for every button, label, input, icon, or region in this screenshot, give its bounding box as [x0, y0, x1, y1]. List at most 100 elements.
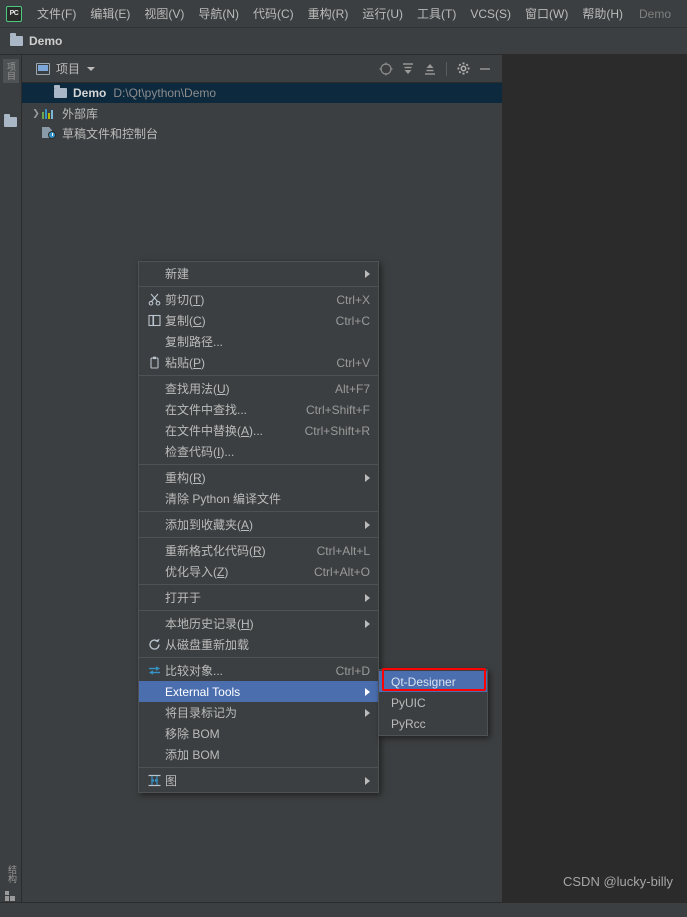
menu-refactor[interactable]: 重构(R)	[301, 1, 356, 26]
context-menu-item[interactable]: 优化导入(Z) Ctrl+Alt+O	[139, 561, 378, 582]
context-menu-item[interactable]: 检查代码(I)...	[139, 441, 378, 462]
scissors-icon	[143, 293, 165, 306]
folder-icon	[10, 33, 23, 46]
menu-edit[interactable]: 编辑(E)	[83, 1, 137, 26]
context-menu-item-shortcut: Ctrl+Shift+F	[305, 402, 370, 417]
context-menu-item[interactable]: 复制(C) Ctrl+C	[139, 310, 378, 331]
gear-icon[interactable]	[452, 58, 474, 80]
tree-row[interactable]: 草稿文件和控制台	[22, 123, 502, 143]
context-menu-item-label: 在文件中查找...	[165, 403, 248, 417]
context-menu-item[interactable]: 图	[139, 770, 378, 791]
minimize-icon[interactable]	[474, 58, 496, 80]
submenu-arrow-icon	[365, 593, 370, 602]
context-menu-item[interactable]: 清除 Python 编译文件	[139, 488, 378, 509]
pycharm-logo-icon: PC	[6, 5, 22, 22]
menu-vcs[interactable]: VCS(S)	[463, 3, 518, 25]
menu-navigate[interactable]: 导航(N)	[191, 1, 246, 26]
compare-icon	[143, 664, 165, 677]
context-menu-item-label: 添加到收藏夹(A)	[165, 518, 254, 532]
left-tool-window-bar: 项目 结构	[0, 55, 22, 917]
submenu-item[interactable]: PyRcc	[379, 713, 487, 734]
scratches-icon	[42, 127, 56, 139]
context-menu-item[interactable]: 添加 BOM	[139, 744, 378, 765]
context-menu-item[interactable]: 比较对象... Ctrl+D	[139, 660, 378, 681]
project-tree: Demo D:\Qt\python\Demo ❯ 外部库 草稿文件和控制台	[22, 83, 502, 143]
clipboard-icon	[143, 356, 165, 369]
external-tools-submenu: Qt-Designer PyUIC PyRcc	[378, 669, 488, 736]
context-menu-item-label: External Tools	[165, 684, 241, 699]
main-menu-bar: PC 文件(F) 编辑(E) 视图(V) 导航(N) 代码(C) 重构(R) 运行(U) 工具…	[0, 0, 687, 28]
chevron-right-icon[interactable]: ❯	[30, 108, 42, 119]
toolbar-divider	[446, 61, 447, 76]
context-menu-item[interactable]: External Tools	[139, 681, 378, 702]
context-menu-item[interactable]: 粘贴(P) Ctrl+V	[139, 352, 378, 373]
context-menu-item-shortcut: Alt+F7	[334, 381, 370, 396]
submenu-arrow-icon	[365, 708, 370, 717]
tree-row[interactable]: ❯ 外部库	[22, 103, 502, 123]
breadcrumb-project-name: Demo	[29, 34, 63, 48]
context-menu-item-label: 在文件中替换(A)...	[165, 424, 264, 438]
tree-row[interactable]: Demo D:\Qt\python\Demo	[22, 83, 502, 103]
context-menu-item[interactable]: 重构(R)	[139, 467, 378, 488]
submenu-item[interactable]: Qt-Designer	[379, 671, 487, 692]
menu-separator	[139, 464, 378, 465]
submenu-arrow-icon	[365, 269, 370, 278]
breadcrumb: Demo	[0, 28, 687, 55]
tool-tab-project[interactable]: 项目	[3, 59, 19, 83]
context-menu-item[interactable]: 将目录标记为	[139, 702, 378, 723]
menu-code[interactable]: 代码(C)	[246, 1, 301, 26]
context-menu-item-shortcut: Ctrl+D	[335, 663, 370, 678]
menu-view[interactable]: 视图(V)	[137, 1, 191, 26]
context-menu-item[interactable]: 本地历史记录(H)	[139, 613, 378, 634]
context-menu-item[interactable]: 从磁盘重新加载	[139, 634, 378, 655]
context-menu-item[interactable]: 移除 BOM	[139, 723, 378, 744]
chevron-down-icon[interactable]	[87, 66, 96, 71]
menu-separator	[139, 537, 378, 538]
context-menu-item[interactable]: 复制路径...	[139, 331, 378, 352]
context-menu-item-label: 将目录标记为	[165, 706, 238, 720]
context-menu-item[interactable]: 打开于	[139, 587, 378, 608]
project-panel-title: 项目	[56, 62, 81, 76]
menu-separator	[139, 610, 378, 611]
context-menu-item-shortcut: Ctrl+Alt+L	[316, 543, 370, 558]
menu-tools[interactable]: 工具(T)	[410, 1, 463, 26]
context-menu-item-shortcut: Ctrl+V	[336, 355, 370, 370]
submenu-arrow-icon	[365, 520, 370, 529]
submenu-arrow-icon	[365, 473, 370, 482]
context-menu-item-label: 检查代码(I)...	[165, 445, 235, 459]
context-menu-item-label: 从磁盘重新加载	[165, 638, 250, 652]
diagram-icon	[143, 774, 165, 787]
menu-run[interactable]: 运行(U)	[355, 1, 410, 26]
menu-window[interactable]: 窗口(W)	[518, 1, 575, 26]
layout-icon[interactable]	[5, 891, 15, 901]
menu-help[interactable]: 帮助(H)	[575, 1, 630, 26]
menu-separator	[139, 584, 378, 585]
context-menu-item-label: 移除 BOM	[165, 727, 220, 741]
tree-node-label: Demo	[73, 86, 107, 100]
context-menu-item[interactable]: 查找用法(U) Alt+F7	[139, 378, 378, 399]
context-menu-item[interactable]: 新建	[139, 263, 378, 284]
context-menu-item-label: 优化导入(Z)	[165, 565, 229, 579]
project-panel-toolbar	[375, 58, 502, 80]
scroll-from-source-icon[interactable]	[375, 58, 397, 80]
context-menu-item[interactable]: 在文件中查找... Ctrl+Shift+F	[139, 399, 378, 420]
expand-all-icon[interactable]	[397, 58, 419, 80]
refresh-icon	[143, 638, 165, 651]
watermark-text: CSDN @lucky-billy	[563, 874, 673, 889]
context-menu-item-label: 本地历史记录(H)	[165, 617, 254, 631]
context-menu-item[interactable]: 剪切(T) Ctrl+X	[139, 289, 378, 310]
context-menu-item[interactable]: 在文件中替换(A)... Ctrl+Shift+R	[139, 420, 378, 441]
context-menu-item[interactable]: 添加到收藏夹(A)	[139, 514, 378, 535]
folder-icon[interactable]	[4, 114, 17, 127]
context-menu-item-label: 打开于	[165, 591, 202, 605]
context-menu-item[interactable]: 重新格式化代码(R) Ctrl+Alt+L	[139, 540, 378, 561]
project-panel-header: 项目	[22, 55, 502, 83]
context-menu-item-label: 添加 BOM	[165, 748, 220, 762]
tool-tab-structure[interactable]: 结构	[3, 865, 19, 883]
collapse-all-icon[interactable]	[419, 58, 441, 80]
tree-node-label: 外部库	[62, 106, 99, 121]
submenu-item[interactable]: PyUIC	[379, 692, 487, 713]
menu-file[interactable]: 文件(F)	[30, 1, 83, 26]
library-icon	[42, 108, 56, 119]
context-menu-item-shortcut: Ctrl+X	[336, 292, 370, 307]
